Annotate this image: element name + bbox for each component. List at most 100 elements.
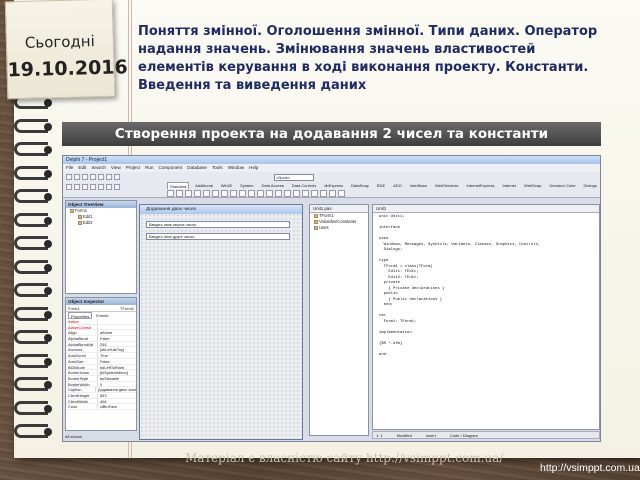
- property-value[interactable]: Додавання двох чисел: [96, 387, 136, 392]
- palette-tab[interactable]: InterBase: [408, 182, 429, 189]
- property-row[interactable]: Color clBtnFace: [66, 404, 136, 410]
- toolbar-button-icon[interactable]: [66, 174, 72, 180]
- property-value[interactable]: [98, 325, 100, 330]
- component-icon[interactable]: [194, 190, 201, 197]
- menu-item-window[interactable]: Window: [228, 164, 244, 172]
- palette-tab[interactable]: Decision Cube: [548, 182, 578, 189]
- palette-tab[interactable]: BDE: [375, 182, 387, 189]
- component-icon[interactable]: [311, 190, 318, 197]
- component-icon[interactable]: [221, 190, 228, 197]
- palette-tab[interactable]: Standard: [167, 182, 190, 189]
- component-icon[interactable]: [185, 190, 192, 197]
- menu-item-run[interactable]: Run: [145, 164, 153, 172]
- palette-tab[interactable]: Data Controls: [290, 182, 318, 189]
- edit1-field[interactable]: Введіть своє перше число: [146, 221, 290, 228]
- editor-tab-unit1[interactable]: Unit1: [373, 205, 599, 213]
- toolbar-button-icon[interactable]: [66, 184, 72, 190]
- site-url[interactable]: http://vsimppt.com.ua/: [540, 462, 640, 474]
- property-value[interactable]: [biSystemMenu]: [98, 370, 128, 375]
- menu-item-database[interactable]: Database: [187, 164, 207, 172]
- toolbar-button-icon[interactable]: [90, 174, 96, 180]
- menu-item-edit[interactable]: Edit: [78, 164, 86, 172]
- toolbar-button-icon[interactable]: [82, 174, 88, 180]
- palette-tab[interactable]: Internet: [500, 182, 518, 189]
- tab-events[interactable]: Events: [94, 312, 110, 319]
- toolbar-button-icon[interactable]: [82, 184, 88, 190]
- palette-tab[interactable]: ADO: [391, 182, 404, 189]
- source-code[interactable]: unit Unit1; interface uses Windows, Mess…: [373, 213, 599, 358]
- component-icon[interactable]: [239, 190, 246, 197]
- property-value[interactable]: 406: [98, 399, 107, 404]
- tab-properties[interactable]: Properties: [68, 312, 93, 319]
- palette-tab[interactable]: Dialogs: [582, 182, 599, 189]
- menu-item-view[interactable]: View: [111, 164, 121, 172]
- component-icon[interactable]: [212, 190, 219, 197]
- insert-mode: Insert: [425, 433, 436, 438]
- palette-tab[interactable]: WebServices: [433, 182, 461, 189]
- palette-tab[interactable]: WebSnap: [522, 182, 544, 189]
- menu-item-project[interactable]: Project: [126, 164, 140, 172]
- component-icon[interactable]: [293, 190, 300, 197]
- component-icon[interactable]: [329, 190, 336, 197]
- palette-tab[interactable]: System: [238, 182, 255, 189]
- toolbar-button-icon[interactable]: [106, 174, 112, 180]
- palette-tab[interactable]: Data Access: [260, 182, 286, 189]
- component-icon[interactable]: [302, 190, 309, 197]
- menu-item-tools[interactable]: Tools: [212, 164, 223, 172]
- property-value[interactable]: False: [98, 336, 110, 341]
- toolbar-button-icon[interactable]: [90, 184, 96, 190]
- component-icon[interactable]: [266, 190, 273, 197]
- binder-ring: [14, 400, 52, 415]
- menu-item-search[interactable]: Search: [91, 164, 106, 172]
- component-icon[interactable]: [176, 190, 183, 197]
- code-editor: Unit1 unit Unit1; interface uses Windows…: [372, 204, 600, 430]
- property-name: ClientHeight: [66, 392, 98, 398]
- palette-tab[interactable]: InternetExpress: [464, 182, 496, 189]
- palette-tab[interactable]: dbExpress: [322, 182, 345, 189]
- edit2-field[interactable]: Введіть своє друге число: [146, 233, 290, 240]
- explorer-tab[interactable]: Unit1.pas: [310, 205, 368, 213]
- property-value[interactable]: False: [98, 359, 110, 364]
- toolbar-button-icon[interactable]: [98, 184, 104, 190]
- property-value[interactable]: 0: [98, 382, 102, 387]
- property-value[interactable]: clBtnFace: [98, 404, 117, 409]
- menu-item-help[interactable]: Help: [249, 164, 258, 172]
- property-value[interactable]: bdLeftToRight: [98, 365, 124, 370]
- toolbar-button-icon[interactable]: [106, 184, 112, 190]
- property-value[interactable]: alNone: [98, 330, 112, 335]
- component-icon[interactable]: [275, 190, 282, 197]
- binder-ring: [14, 283, 52, 297]
- property-value[interactable]: 255: [98, 342, 107, 347]
- property-value[interactable]: bsSizeable: [98, 376, 119, 381]
- component-icon[interactable]: [203, 190, 210, 197]
- component-icon[interactable]: [320, 190, 327, 197]
- toolbar-button-icon[interactable]: [98, 174, 104, 180]
- component-icon[interactable]: [257, 190, 264, 197]
- explorer-item[interactable]: Uses: [310, 225, 368, 231]
- component-icon[interactable]: [284, 190, 291, 197]
- component-icon[interactable]: [338, 190, 345, 197]
- toolbar-button-icon[interactable]: [114, 184, 120, 190]
- toolbar-button-icon[interactable]: [114, 174, 120, 180]
- component-palette-tabs: Standard Additional Win32 System Data Access…: [167, 182, 600, 189]
- menu-item-component[interactable]: Component: [159, 164, 183, 172]
- toolbar-button-icon[interactable]: [74, 184, 80, 190]
- property-value[interactable]: True: [98, 353, 108, 358]
- palette-tab[interactable]: Win32: [219, 182, 234, 189]
- binder-ring: [14, 236, 52, 250]
- menu-item-file[interactable]: File: [66, 164, 73, 172]
- property-name: Action: [66, 319, 98, 324]
- property-value[interactable]: [akLeft,akTop]: [98, 347, 124, 352]
- palette-tab[interactable]: DataSnap: [349, 182, 371, 189]
- property-value[interactable]: [98, 319, 100, 324]
- component-icon[interactable]: [248, 190, 255, 197]
- component-icon[interactable]: [230, 190, 237, 197]
- palette-tab[interactable]: Additional: [193, 182, 215, 189]
- property-value[interactable]: 553: [98, 393, 107, 398]
- toolbar-button-icon[interactable]: [74, 174, 80, 180]
- component-icon[interactable]: [167, 190, 174, 197]
- code-diagram-tabs[interactable]: Code / Diagram: [450, 432, 478, 438]
- inspector-object-selector[interactable]: Form1 TForm1: [66, 305, 136, 312]
- tree-item-edit2[interactable]: Edit2: [66, 220, 136, 226]
- layout-combo[interactable]: <None>: [274, 174, 314, 181]
